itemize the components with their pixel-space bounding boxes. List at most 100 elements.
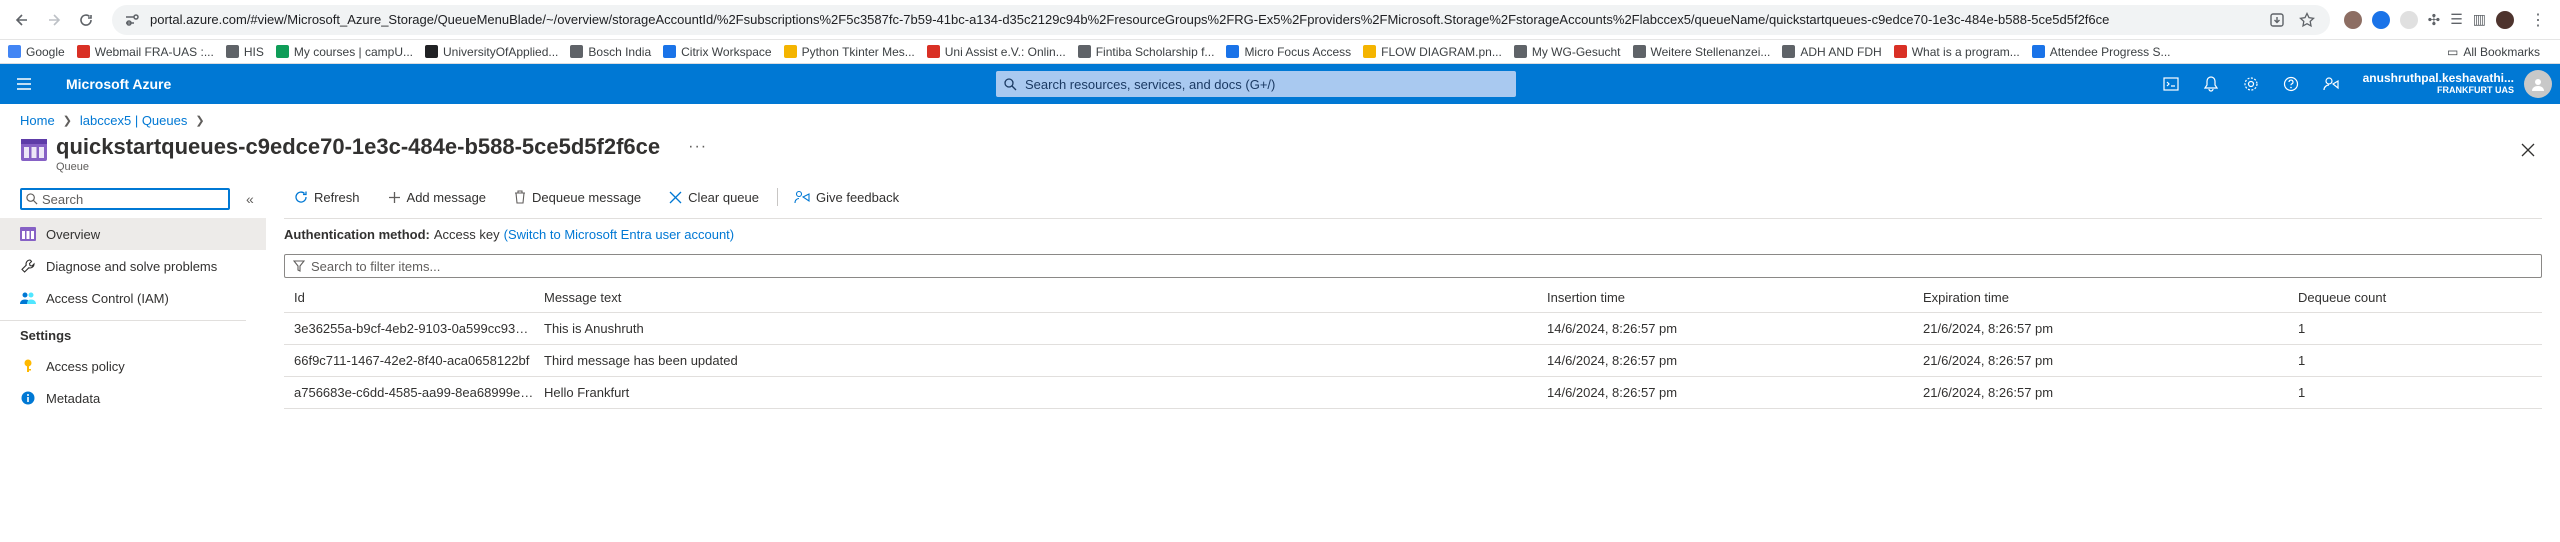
- url-text[interactable]: portal.azure.com/#view/Microsoft_Azure_S…: [150, 12, 2258, 27]
- bookmark-favicon-icon: [1893, 45, 1907, 58]
- column-header-expiration-time[interactable]: Expiration time: [1913, 284, 2288, 313]
- bookmark-item[interactable]: Micro Focus Access: [1226, 45, 1351, 59]
- column-header-message-text[interactable]: Message text: [534, 284, 1537, 313]
- bookmark-star-icon[interactable]: [2296, 9, 2318, 31]
- close-x-icon: [669, 191, 682, 204]
- settings-gear-icon[interactable]: [2231, 64, 2271, 104]
- column-header-id[interactable]: Id: [284, 284, 534, 313]
- cloud-shell-icon[interactable]: [2151, 64, 2191, 104]
- install-app-icon[interactable]: [2266, 9, 2288, 31]
- bookmark-favicon-icon: [663, 45, 677, 58]
- more-options-icon[interactable]: ···: [688, 138, 707, 156]
- sidebar-item-access-policy[interactable]: Access policy: [0, 350, 266, 382]
- breadcrumb-parent[interactable]: labccex5 | Queues: [80, 113, 187, 128]
- bookmark-item[interactable]: HIS: [225, 45, 264, 59]
- bookmark-favicon-icon: [783, 45, 797, 58]
- reading-list-icon[interactable]: ☰: [2450, 11, 2463, 28]
- sidebar-item-iam[interactable]: Access Control (IAM): [0, 282, 266, 314]
- filter-input[interactable]: Search to filter items...: [284, 254, 2542, 278]
- bookmark-item[interactable]: Bosch India: [570, 45, 651, 59]
- collapse-menu-icon[interactable]: «: [246, 191, 254, 207]
- bookmark-item[interactable]: My courses | campU...: [275, 45, 413, 59]
- bookmark-item[interactable]: What is a program...: [1893, 45, 2020, 59]
- extension-icon[interactable]: [2399, 10, 2418, 29]
- expiration-time: 21/6/2024, 8:26:57 pm: [1913, 376, 2288, 409]
- table-row[interactable]: 66f9c711-1467-42e2-8f40-aca0658122bf Thi…: [284, 344, 2542, 377]
- give-feedback-button[interactable]: Give feedback: [794, 190, 899, 205]
- add-message-button[interactable]: Add message: [388, 190, 486, 205]
- azure-top-bar: Microsoft Azure Search resources, servic…: [0, 64, 2560, 104]
- portal-menu-icon[interactable]: [0, 64, 48, 104]
- account-info[interactable]: anushruthpal.keshavathi... FRANKFURT UAS: [2363, 72, 2514, 95]
- search-icon: [1004, 77, 1017, 91]
- avatar[interactable]: [2524, 70, 2552, 98]
- site-info-icon[interactable]: [124, 12, 140, 28]
- dequeue-message-button[interactable]: Dequeue message: [514, 190, 641, 205]
- bookmark-favicon-icon: [275, 45, 289, 58]
- column-header-insertion-time[interactable]: Insertion time: [1537, 284, 1913, 313]
- page-subtitle: Queue: [56, 161, 90, 173]
- bookmark-label: Bosch India: [588, 44, 652, 59]
- bookmark-item[interactable]: FLOW DIAGRAM.pn...: [1363, 45, 1502, 59]
- bookmark-label: UniversityOfApplied...: [443, 44, 559, 59]
- toolbar-divider: [777, 188, 778, 206]
- sidebar-item-diagnose[interactable]: Diagnose and solve problems: [0, 250, 266, 282]
- column-header-dequeue-count[interactable]: Dequeue count: [2288, 284, 2542, 313]
- bookmark-item[interactable]: Webmail FRA-UAS :...: [76, 45, 214, 59]
- switch-auth-link[interactable]: (Switch to Microsoft Entra user account): [504, 227, 734, 242]
- people-icon: [20, 290, 36, 306]
- menu-search-input[interactable]: Search: [20, 188, 230, 210]
- global-search-input[interactable]: Search resources, services, and docs (G+…: [996, 71, 1516, 97]
- breadcrumb-home[interactable]: Home: [20, 113, 55, 128]
- close-icon[interactable]: [2516, 138, 2540, 162]
- table-row[interactable]: a756683e-c6dd-4585-aa99-8ea68999eb... He…: [284, 376, 2542, 409]
- side-panel-icon[interactable]: ▥: [2473, 11, 2486, 28]
- account-name: anushruthpal.keshavathi...: [2362, 71, 2514, 86]
- chevron-right-icon: ❯: [62, 114, 72, 127]
- bookmark-item[interactable]: Fintiba Scholarship f...: [1077, 45, 1214, 59]
- azure-brand[interactable]: Microsoft Azure: [48, 76, 996, 92]
- bookmark-label: My WG-Gesucht: [1531, 44, 1621, 59]
- reload-icon[interactable]: [72, 6, 100, 34]
- expiration-time: 21/6/2024, 8:26:57 pm: [1913, 312, 2288, 345]
- extension-icon[interactable]: [2343, 10, 2362, 29]
- sidebar-item-metadata[interactable]: Metadata: [0, 382, 266, 414]
- profile-avatar[interactable]: [2496, 10, 2514, 29]
- bookmark-item[interactable]: Attendee Progress S...: [2031, 45, 2170, 59]
- folder-icon: ▭: [2446, 44, 2459, 59]
- bookmark-item[interactable]: Python Tkinter Mes...: [783, 45, 915, 59]
- table-header-row: Id Message text Insertion time Expiratio…: [284, 284, 2542, 313]
- forward-icon[interactable]: [40, 6, 68, 34]
- bookmark-item[interactable]: UniversityOfApplied...: [425, 45, 558, 59]
- auth-method-label: Authentication method:: [284, 227, 430, 242]
- bookmark-item[interactable]: ADH AND FDH: [1782, 45, 1882, 59]
- sidebar-section-settings[interactable]: Settings: [0, 320, 246, 350]
- address-bar[interactable]: portal.azure.com/#view/Microsoft_Azure_S…: [112, 4, 2330, 35]
- page-title: quickstartqueues-c9edce70-1e3c-484e-b588…: [56, 134, 661, 159]
- bookmark-item[interactable]: Weitere Stellenanzei...: [1632, 45, 1770, 59]
- help-icon[interactable]: [2271, 64, 2311, 104]
- clear-queue-button[interactable]: Clear queue: [669, 190, 759, 205]
- extension-icon[interactable]: [2371, 10, 2390, 29]
- bookmark-label: Uni Assist e.V.: Onlin...: [944, 44, 1066, 59]
- bookmark-favicon-icon: [76, 45, 90, 58]
- bookmark-item[interactable]: My WG-Gesucht: [1513, 44, 1621, 59]
- message-text: Third message has been updated: [534, 344, 1537, 377]
- message-id: 66f9c711-1467-42e2-8f40-aca0658122bf: [284, 344, 534, 377]
- bookmark-item[interactable]: Citrix Workspace: [663, 45, 772, 59]
- notifications-icon[interactable]: [2191, 64, 2231, 104]
- sidebar-item-label: Overview: [46, 226, 101, 242]
- message-id: a756683e-c6dd-4585-aa99-8ea68999eb...: [284, 376, 534, 409]
- chrome-menu-icon[interactable]: ⋮: [2524, 10, 2552, 30]
- bookmark-item[interactable]: Google: [8, 45, 65, 59]
- extensions-puzzle-icon[interactable]: ✣: [2428, 11, 2441, 29]
- refresh-button[interactable]: Refresh: [294, 190, 360, 205]
- all-bookmarks-button[interactable]: ▭ All Bookmarks: [2447, 45, 2540, 59]
- plus-icon: [388, 191, 401, 204]
- back-icon[interactable]: [8, 6, 36, 34]
- sidebar-item-overview[interactable]: Overview: [0, 218, 266, 250]
- feedback-icon[interactable]: [2311, 64, 2351, 104]
- table-row[interactable]: 3e36255a-b9cf-4eb2-9103-0a599cc9355d Thi…: [284, 312, 2542, 345]
- account-tenant: FRANKFURT UAS: [2437, 84, 2514, 95]
- bookmark-item[interactable]: Uni Assist e.V.: Onlin...: [926, 44, 1066, 59]
